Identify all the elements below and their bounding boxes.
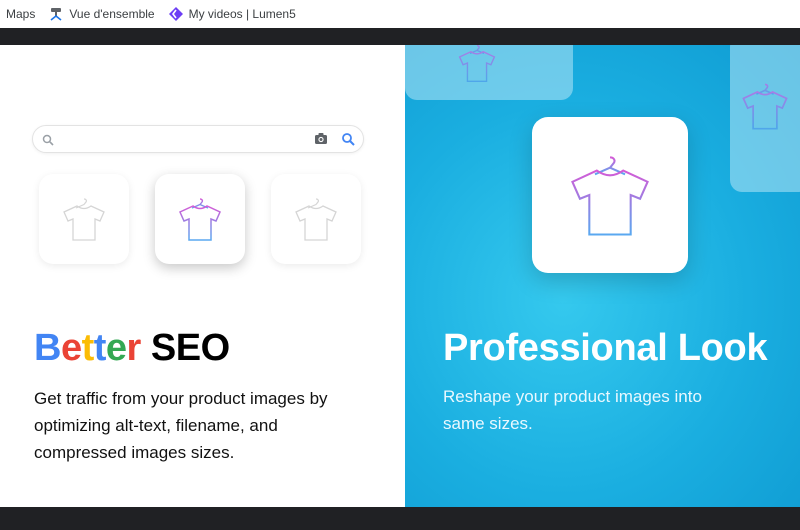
- product-card-selected[interactable]: [155, 174, 245, 264]
- page-top-strip: [0, 28, 800, 45]
- background-tile: [405, 45, 573, 100]
- seo-panel: Better SEO Get traffic from your product…: [0, 45, 405, 507]
- tshirt-icon: [458, 45, 496, 82]
- professional-description: Reshape your product images into same si…: [443, 387, 702, 433]
- bookmark-maps[interactable]: Maps: [6, 7, 35, 21]
- letter: t: [81, 327, 95, 369]
- letter: e: [105, 327, 127, 369]
- letter: r: [126, 327, 142, 369]
- camera-icon[interactable]: [314, 132, 328, 150]
- bookmark-label: Vue d'ensemble: [69, 7, 155, 21]
- letter: e: [60, 327, 82, 369]
- background-tile: [730, 45, 800, 192]
- better-word: Better: [34, 327, 141, 370]
- overview-icon: [49, 7, 63, 21]
- search-input[interactable]: [57, 129, 307, 149]
- search-bar[interactable]: [32, 125, 364, 153]
- lumen5-icon: [168, 7, 183, 21]
- letter: B: [34, 327, 61, 369]
- product-card[interactable]: [39, 174, 129, 264]
- featured-product-tile: [532, 117, 688, 273]
- tshirt-icon: [571, 156, 649, 236]
- page-bottom-strip: [0, 507, 800, 530]
- seo-description: Get traffic from your product images by …: [34, 389, 328, 462]
- search-icon: [42, 133, 54, 151]
- tshirt-icon: [63, 198, 105, 241]
- professional-panel: Professional Look Reshape your product i…: [405, 45, 800, 507]
- product-card[interactable]: [271, 174, 361, 264]
- search-submit-icon[interactable]: [341, 132, 355, 151]
- bookmark-label: Maps: [6, 7, 36, 21]
- tshirt-icon: [179, 198, 221, 241]
- professional-heading: Professional Look: [443, 327, 768, 369]
- seo-word: SEO: [150, 327, 230, 369]
- seo-heading: Better SEO: [34, 327, 230, 370]
- bookmark-lumen5[interactable]: My videos | Lumen5: [168, 7, 296, 21]
- bookmark-overview[interactable]: Vue d'ensemble: [49, 7, 155, 21]
- bookmark-label: My videos | Lumen5: [188, 7, 296, 21]
- bookmarks-bar: Maps Vue d'ensemble My videos | Lumen5: [0, 0, 800, 28]
- tshirt-icon: [295, 198, 337, 241]
- tshirt-icon: [742, 83, 788, 130]
- letter: t: [93, 327, 107, 369]
